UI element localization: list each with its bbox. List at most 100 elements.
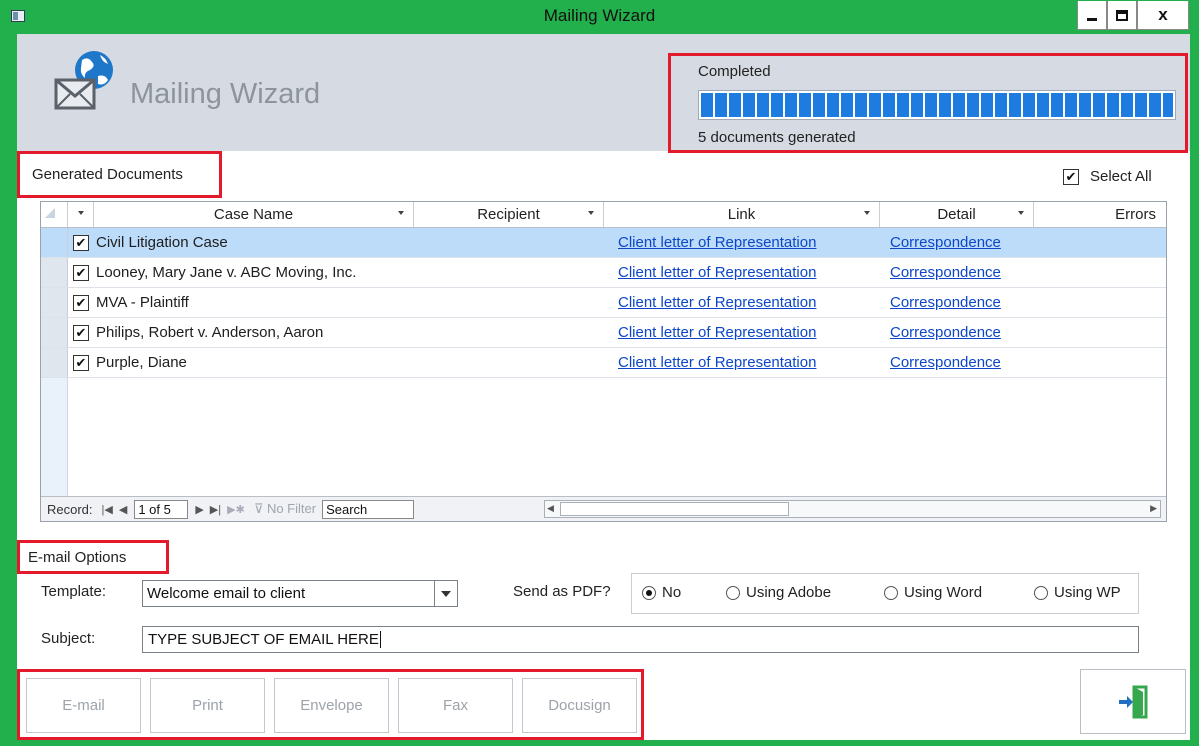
email-options-label: E-mail Options <box>17 540 169 574</box>
record-selector[interactable] <box>41 258 68 287</box>
row-checkbox[interactable]: ✔ <box>73 294 89 311</box>
template-dropdown-button[interactable] <box>434 581 457 606</box>
column-header-checkbox[interactable] <box>68 202 94 227</box>
row-checkbox[interactable]: ✔ <box>73 264 89 281</box>
record-selector[interactable] <box>41 288 68 317</box>
detail-link[interactable]: Correspondence <box>890 294 1001 311</box>
docusign-button[interactable]: Docusign <box>522 678 637 733</box>
close-icon: x <box>1158 5 1168 24</box>
pdf-option-wp[interactable]: Using WP <box>1034 584 1121 601</box>
print-button[interactable]: Print <box>150 678 265 733</box>
case-name-cell[interactable]: MVA - Plaintiff <box>94 294 414 311</box>
detail-link[interactable]: Correspondence <box>890 324 1001 341</box>
mailing-wizard-window: Mailing Wizard x Mailing Wizard Complete… <box>0 0 1199 746</box>
row-checkbox[interactable]: ✔ <box>73 354 89 371</box>
pdf-option-label: No <box>662 584 682 601</box>
select-all-checkbox[interactable]: ✔ <box>1063 168 1079 185</box>
template-value: Welcome email to client <box>147 585 306 602</box>
title-bar[interactable]: Mailing Wizard x <box>0 0 1199 34</box>
row-checkbox[interactable]: ✔ <box>73 324 89 341</box>
record-selector[interactable] <box>41 228 68 257</box>
select-all-label: Select All <box>1090 168 1152 185</box>
documents-grid: Case Name Recipient Link Detail Errors ✔… <box>40 201 1167 522</box>
record-navigation-bar: Record: |◀ ◀ 1 of 5 ▶ ▶| ▶✱ ⊽ No Filter … <box>41 496 1166 521</box>
globe-envelope-icon <box>54 51 113 110</box>
first-record-icon[interactable]: |◀ <box>99 503 116 516</box>
grid-select-all-corner[interactable] <box>41 202 68 227</box>
select-all-toggle[interactable]: ✔ Select All <box>1063 168 1152 185</box>
column-label: Case Name <box>213 206 294 223</box>
radio-icon[interactable] <box>726 585 740 600</box>
column-header-detail[interactable]: Detail <box>880 202 1034 227</box>
exit-button[interactable] <box>1080 669 1186 734</box>
pdf-option-word[interactable]: Using Word <box>884 584 982 601</box>
generated-documents-label: Generated Documents <box>17 151 222 198</box>
record-selector[interactable] <box>41 318 68 347</box>
detail-link[interactable]: Correspondence <box>890 354 1001 371</box>
pdf-option-no[interactable]: No <box>642 584 681 601</box>
radio-selected-icon[interactable] <box>642 585 656 600</box>
last-record-icon[interactable]: ▶| <box>207 503 224 516</box>
column-header-case-name[interactable]: Case Name <box>94 202 414 227</box>
radio-icon[interactable] <box>884 585 898 600</box>
documents-generated-count: 5 documents generated <box>698 129 856 146</box>
next-record-icon[interactable]: ▶ <box>192 503 206 516</box>
record-selector[interactable] <box>41 348 68 377</box>
close-button[interactable]: x <box>1137 1 1189 30</box>
scroll-left-icon[interactable]: ◀ <box>547 503 554 514</box>
chevron-down-icon <box>864 211 870 215</box>
column-label: Errors <box>1115 206 1156 223</box>
current-record-field[interactable]: 1 of 5 <box>134 499 189 519</box>
email-button[interactable]: E-mail <box>26 678 141 733</box>
case-name-cell[interactable]: Civil Litigation Case <box>94 234 414 251</box>
filter-indicator[interactable]: ⊽ No Filter <box>254 501 316 517</box>
action-buttons-group: E-mail Print Envelope Fax Docusign <box>17 669 644 740</box>
chevron-down-icon <box>78 211 84 215</box>
grid-search-input[interactable]: Search <box>322 499 415 519</box>
column-label: Detail <box>937 206 976 223</box>
chevron-down-icon <box>441 590 451 597</box>
maximize-button[interactable] <box>1107 1 1137 30</box>
column-header-errors[interactable]: Errors <box>1034 202 1164 227</box>
minimize-icon <box>1087 17 1097 21</box>
send-as-pdf-options: No Using Adobe Using Word Using WP <box>631 573 1139 614</box>
text-caret <box>379 631 381 648</box>
chevron-down-icon <box>1018 211 1024 215</box>
pdf-option-adobe[interactable]: Using Adobe <box>726 584 831 601</box>
envelope-button[interactable]: Envelope <box>274 678 389 733</box>
progress-status: Completed <box>698 63 771 80</box>
radio-icon[interactable] <box>1034 585 1048 600</box>
document-link[interactable]: Client letter of Representation <box>618 264 816 281</box>
document-link[interactable]: Client letter of Representation <box>618 234 816 251</box>
table-row[interactable]: ✔ MVA - Plaintiff Client letter of Repre… <box>41 288 1166 318</box>
scroll-right-icon[interactable]: ▶ <box>1150 503 1157 514</box>
chevron-down-icon <box>398 211 404 215</box>
subject-input[interactable]: TYPE SUBJECT OF EMAIL HERE <box>142 626 1139 653</box>
minimize-button[interactable] <box>1077 1 1107 30</box>
new-record-icon[interactable]: ▶✱ <box>224 503 248 516</box>
template-select[interactable]: Welcome email to client <box>142 580 458 607</box>
case-name-cell[interactable]: Purple, Diane <box>94 354 414 371</box>
previous-record-icon[interactable]: ◀ <box>116 503 130 516</box>
column-header-link[interactable]: Link <box>604 202 880 227</box>
case-name-cell[interactable]: Philips, Robert v. Anderson, Aaron <box>94 324 414 341</box>
document-link[interactable]: Client letter of Representation <box>618 354 816 371</box>
row-checkbox[interactable]: ✔ <box>73 234 89 251</box>
table-row[interactable]: ✔ Civil Litigation Case Client letter of… <box>41 228 1166 258</box>
table-row[interactable]: ✔ Philips, Robert v. Anderson, Aaron Cli… <box>41 318 1166 348</box>
scroll-thumb[interactable] <box>560 502 789 516</box>
document-link[interactable]: Client letter of Representation <box>618 294 816 311</box>
detail-link[interactable]: Correspondence <box>890 264 1001 281</box>
table-row[interactable]: ✔ Purple, Diane Client letter of Represe… <box>41 348 1166 378</box>
detail-link[interactable]: Correspondence <box>890 234 1001 251</box>
horizontal-scrollbar[interactable]: ◀ ▶ <box>544 500 1161 518</box>
progress-bar-fill <box>701 93 1173 117</box>
progress-panel: Completed 5 documents generated <box>668 53 1188 153</box>
document-link[interactable]: Client letter of Representation <box>618 324 816 341</box>
column-header-recipient[interactable]: Recipient <box>414 202 604 227</box>
table-row[interactable]: ✔ Looney, Mary Jane v. ABC Moving, Inc. … <box>41 258 1166 288</box>
window-title: Mailing Wizard <box>543 6 656 25</box>
fax-button[interactable]: Fax <box>398 678 513 733</box>
exit-door-icon <box>1119 685 1148 718</box>
case-name-cell[interactable]: Looney, Mary Jane v. ABC Moving, Inc. <box>94 264 414 281</box>
